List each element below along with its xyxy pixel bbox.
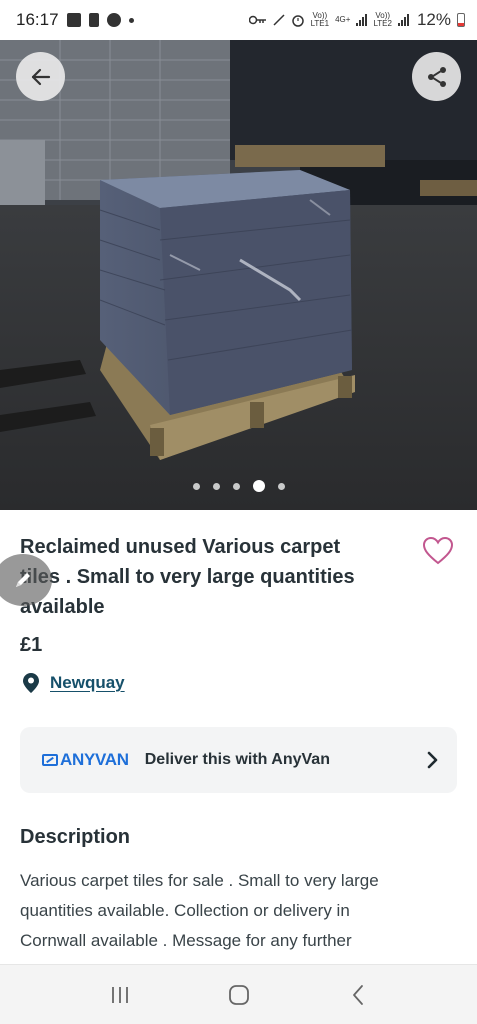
back-nav-button[interactable] [338, 975, 378, 1015]
description-body: Various carpet tiles for sale . Small to… [20, 866, 460, 956]
sim2-indicator: Vo)) LTE2 [373, 12, 392, 28]
description-heading: Description [20, 826, 131, 848]
status-time: 16:17 [16, 10, 59, 29]
description-line: Various carpet tiles for sale . Small to… [20, 871, 379, 890]
share-button[interactable] [412, 52, 461, 101]
back-chevron-icon [352, 984, 363, 1005]
anyvan-mark-icon [42, 754, 58, 766]
listing-title: Reclaimed unused Various carpet tiles . … [20, 532, 400, 622]
home-icon [228, 984, 249, 1005]
carousel-dot[interactable] [232, 482, 240, 490]
recent-apps-icon [111, 986, 128, 1003]
carousel-dots [0, 480, 477, 492]
recent-apps-button[interactable] [100, 975, 140, 1015]
battery-icon [457, 13, 465, 27]
signal-icon-2 [397, 14, 409, 26]
listing-photo [0, 40, 477, 510]
carousel-dot[interactable] [192, 482, 200, 490]
location-link[interactable]: Newquay [50, 673, 125, 693]
share-icon [427, 66, 446, 87]
listing-title-line: Reclaimed unused Various carpet [20, 536, 341, 558]
status-right: Vo)) LTE1 4G+ Vo)) LTE2 12% [248, 10, 465, 30]
more-notifications-icon [128, 17, 134, 23]
sim-notification-icon [88, 13, 99, 27]
battery-percent: 12% [416, 10, 451, 29]
gallery-notification-icon [66, 13, 81, 27]
listing-price: £1 [20, 634, 43, 656]
heart-outline-icon [422, 536, 454, 565]
description-line: Cornwall available . Message for any fur… [20, 931, 352, 950]
listing-title-line: tiles . Small to very large quantities [20, 566, 355, 588]
messenger-notification-icon [106, 13, 121, 27]
arrow-left-icon [31, 68, 50, 85]
description-line: quantities available. Collection or deli… [20, 901, 350, 920]
status-bar: 16:17 Vo)) LTE1 4G+ Vo)) LTE2 12% [0, 0, 477, 40]
anyvan-label: Deliver this with AnyVan [144, 751, 330, 768]
back-button[interactable] [16, 52, 65, 101]
network-type: 4G+ [335, 15, 351, 24]
map-pin-icon [23, 673, 39, 693]
anyvan-delivery-card[interactable]: ANYVAN Deliver this with AnyVan [20, 727, 457, 793]
favourite-button[interactable] [422, 536, 454, 566]
status-left: 16:17 [16, 10, 134, 30]
listing-image-carousel[interactable] [0, 40, 477, 510]
home-button[interactable] [219, 975, 259, 1015]
key-icon [248, 15, 266, 25]
chevron-right-icon [427, 751, 438, 769]
mute-icon [273, 14, 285, 26]
listing-location[interactable]: Newquay [22, 672, 125, 694]
pencil-icon [16, 573, 30, 587]
anyvan-logo: ANYVAN [42, 750, 129, 770]
system-nav-bar [0, 964, 477, 1024]
listing-title-line: available [20, 596, 105, 618]
alarm-icon [291, 15, 304, 27]
carousel-dot[interactable] [212, 482, 220, 490]
carousel-dot-active[interactable] [252, 480, 265, 492]
sim1-label-bottom: LTE1 [310, 19, 330, 28]
sim1-indicator: Vo)) LTE1 [311, 12, 330, 28]
carousel-dot[interactable] [277, 482, 285, 490]
sim2-label-bottom: LTE2 [373, 19, 392, 28]
anyvan-logo-text: ANYVAN [60, 750, 129, 769]
signal-icon-1 [356, 14, 368, 26]
